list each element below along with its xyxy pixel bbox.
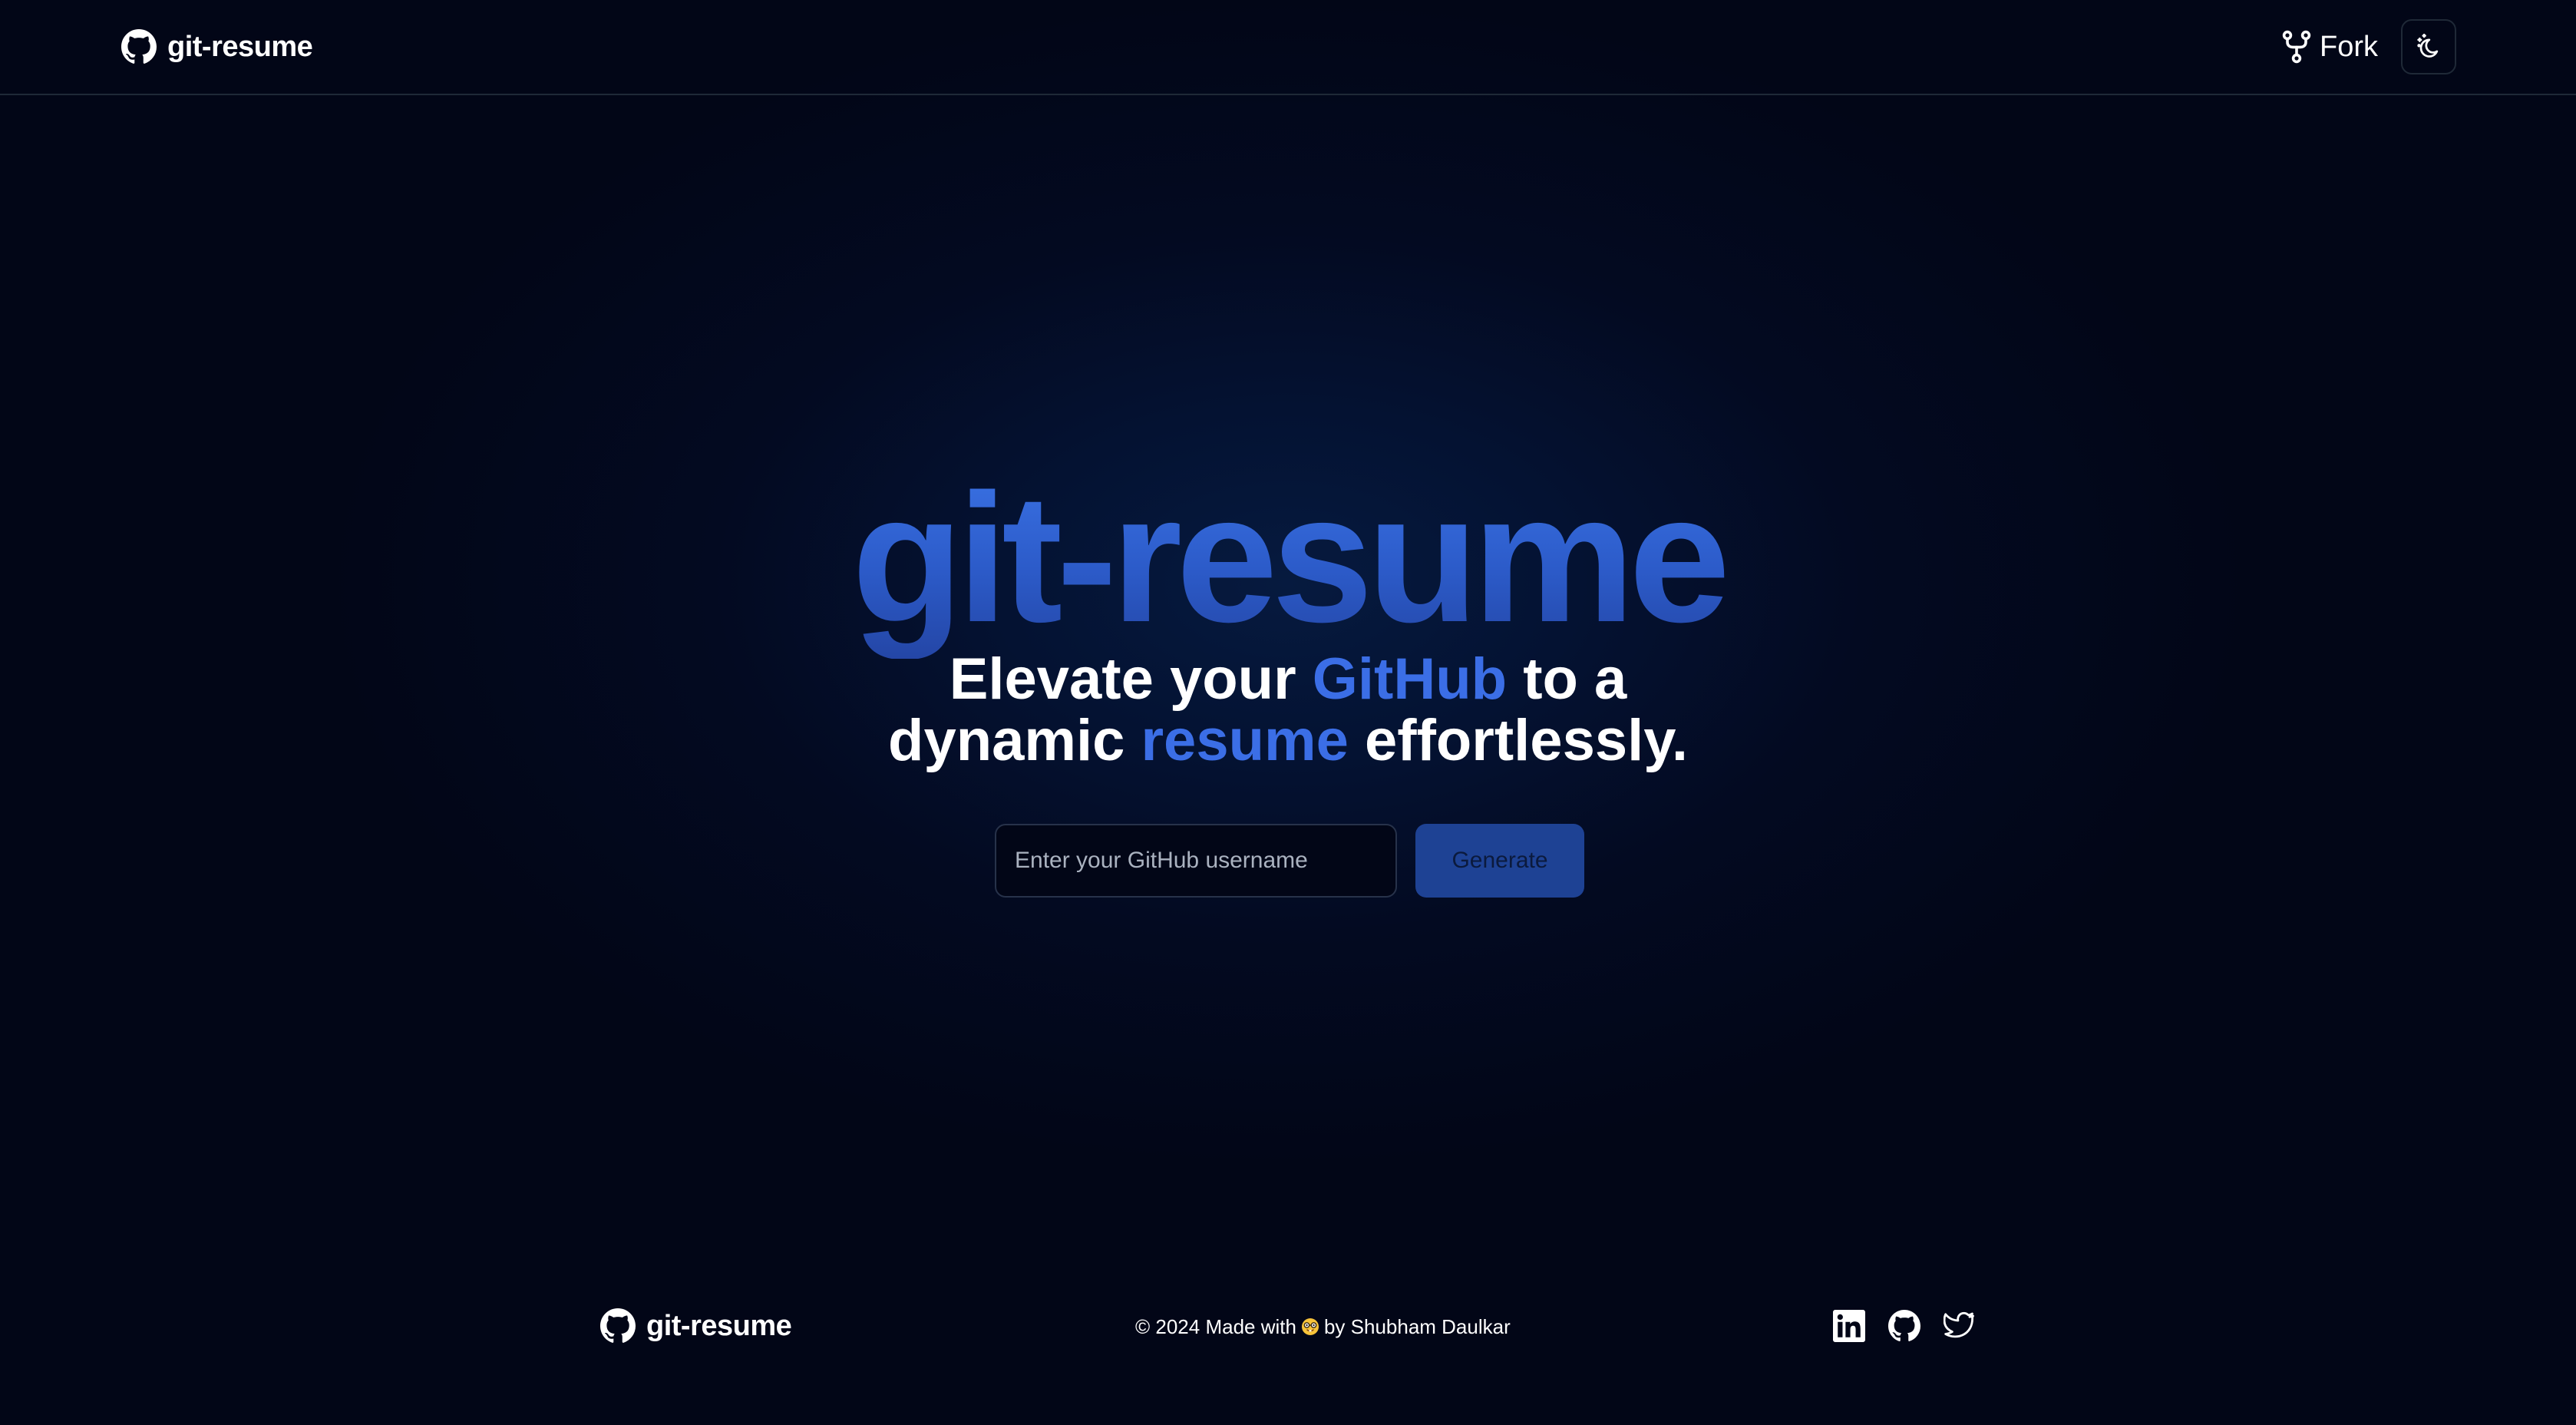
copyright-text: © 2024 Made with by Shubham Daulkar [1135, 1313, 1511, 1341]
twitter-link[interactable] [1944, 1310, 1976, 1342]
linkedin-link[interactable] [1833, 1310, 1865, 1342]
copyright-suffix: by Shubham Daulkar [1323, 1314, 1511, 1338]
copyright-prefix: © 2024 Made with [1135, 1314, 1296, 1338]
footer-brand-name: git-resume [646, 1309, 792, 1342]
tagline-highlight-github: GitHub [1312, 646, 1508, 712]
hero-tagline: Elevate your GitHub to a dynamic resume … [0, 649, 2576, 772]
github-icon [600, 1308, 636, 1344]
nerd-face-emoji-icon [1301, 1318, 1319, 1336]
github-link[interactable] [1888, 1310, 1920, 1342]
footer-brand-link[interactable]: git-resume [600, 1307, 792, 1345]
generate-button[interactable]: Generate [1415, 824, 1584, 898]
tagline-text: to a [1507, 646, 1627, 712]
tagline-highlight-resume: resume [1141, 708, 1349, 773]
fork-icon [2281, 30, 2312, 64]
theme-toggle-button[interactable] [2401, 19, 2456, 74]
tagline-text: effortlessly. [1348, 708, 1688, 773]
twitter-icon [1944, 1310, 1976, 1342]
fork-label: Fork [2320, 30, 2378, 63]
social-links [1833, 1308, 1976, 1344]
tagline-text: Elevate your [949, 646, 1313, 712]
header-brand-name: git-resume [167, 30, 313, 63]
tagline-text: dynamic [888, 708, 1141, 773]
top-navbar: git-resume Fork [0, 0, 2576, 95]
moon-stars-icon [2413, 31, 2444, 62]
github-username-input[interactable] [995, 824, 1397, 898]
username-form: Generate [995, 824, 1584, 898]
linkedin-icon [1833, 1310, 1865, 1342]
fork-link[interactable]: Fork [2281, 28, 2378, 66]
hero-title: git-resume [0, 459, 2576, 659]
header-brand-link[interactable]: git-resume [121, 28, 313, 66]
github-icon [121, 29, 157, 64]
github-icon [1888, 1310, 1920, 1342]
